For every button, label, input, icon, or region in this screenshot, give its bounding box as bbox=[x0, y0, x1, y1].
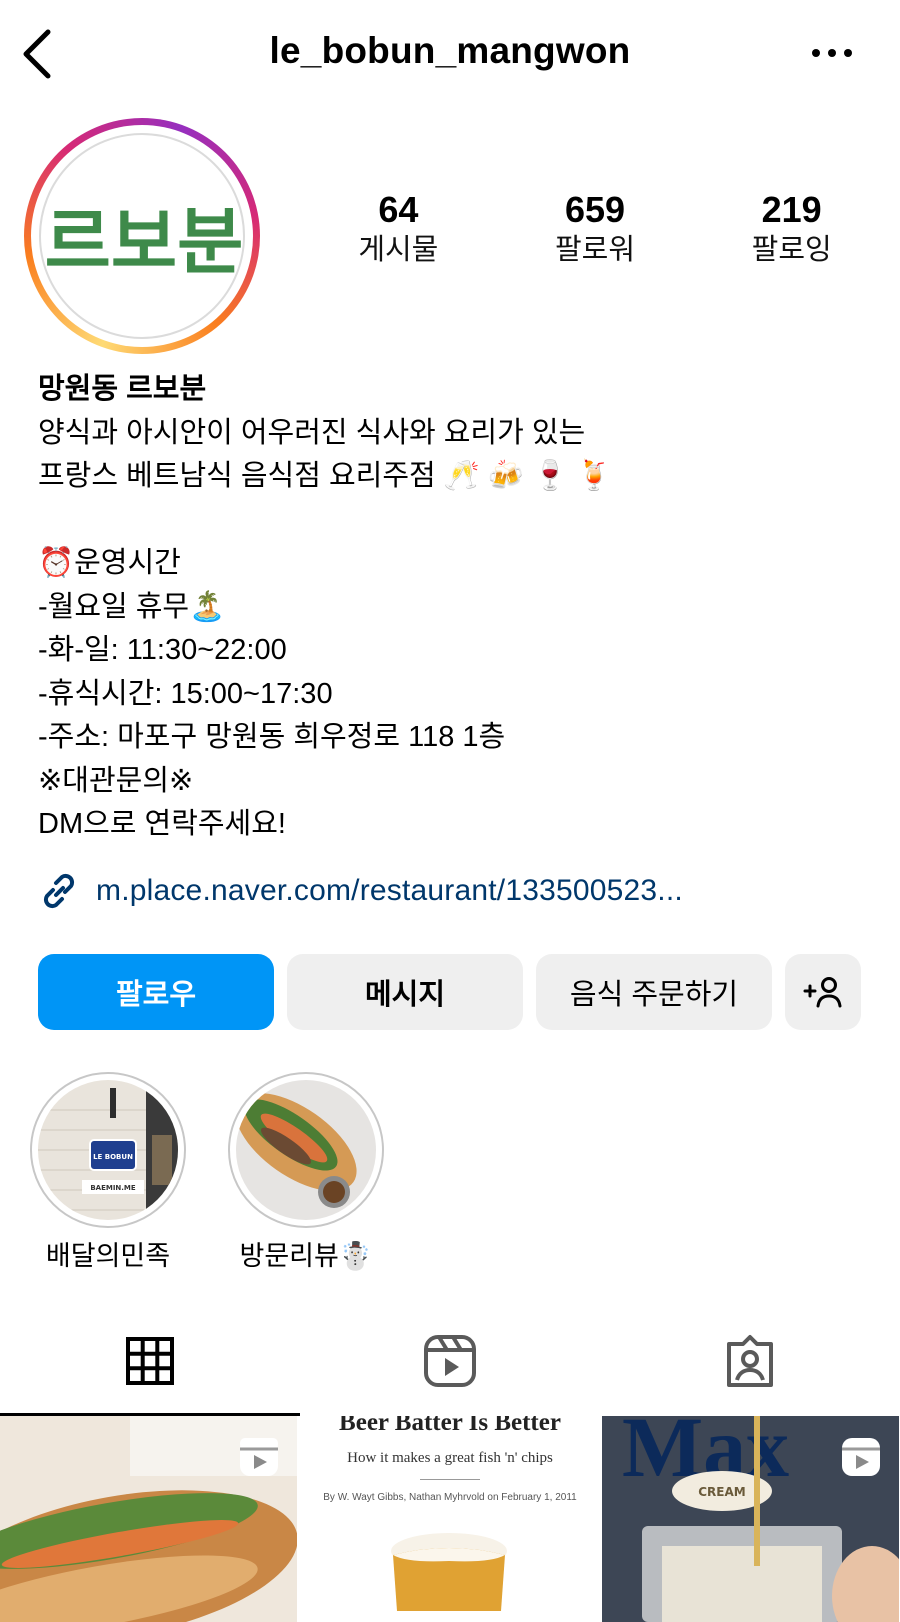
link-icon bbox=[43, 873, 75, 909]
message-button[interactable]: 메시지 bbox=[287, 954, 523, 1030]
post-thumbnail[interactable]: Beer Batter Is Better How it makes a gre… bbox=[301, 1416, 599, 1622]
bio-line: 양식과 아시안이 어우러진 식사와 요리가 있는 bbox=[38, 416, 586, 449]
tab-reels[interactable] bbox=[300, 1306, 600, 1416]
bio-link-text[interactable]: m.place.naver.com/restaurant/133500523..… bbox=[96, 874, 683, 908]
storefront-image: LE BOBUN BAEMIN.ME bbox=[38, 1080, 178, 1220]
follow-button[interactable]: 팔로우 bbox=[38, 954, 274, 1030]
stat-posts[interactable]: 64 게시물 bbox=[300, 190, 497, 280]
avatar: 르보분 bbox=[39, 133, 245, 339]
highlight-review[interactable]: 방문리뷰☃️ bbox=[228, 1072, 384, 1274]
bio-line: -주소: 마포구 망원동 희우정로 118 1층 bbox=[38, 721, 506, 753]
profile-actions: 팔로우 메시지 음식 주문하기 bbox=[38, 954, 861, 1030]
highlight-label: 배달의민족 bbox=[45, 1241, 171, 1271]
article-subtitle: How it makes a great fish 'n' chips bbox=[347, 1450, 553, 1466]
stat-posts-label: 게시물 bbox=[358, 234, 439, 266]
tab-posts-grid[interactable] bbox=[0, 1306, 300, 1416]
stat-following[interactable]: 219 팔로잉 bbox=[693, 190, 890, 280]
bio-line: 프랑스 베트남식 음식점 요리주점 🥂 🍻 🍷 🍹 bbox=[38, 460, 613, 492]
more-options-icon[interactable] bbox=[808, 36, 856, 70]
profile-header: le_bobun_mangwon bbox=[0, 0, 900, 108]
bio-line bbox=[38, 499, 878, 543]
post-thumbnail[interactable]: Max CREAM bbox=[602, 1416, 900, 1622]
stat-followers[interactable]: 659 팔로워 bbox=[497, 190, 694, 280]
sign-text: LE BOBUN bbox=[93, 1153, 133, 1161]
banner-text: BAEMIN.ME bbox=[90, 1184, 136, 1192]
bio-line: ⏰운영시간 bbox=[38, 547, 181, 579]
profile-username: le_bobun_mangwon bbox=[269, 30, 631, 71]
profile-bio: 망원동 르보분 양식과 아시안이 어우러진 식사와 요리가 있는 프랑스 베트남… bbox=[38, 368, 878, 847]
bio-line: -월요일 휴무🏝️ bbox=[38, 590, 226, 623]
banh-mi-image bbox=[236, 1080, 376, 1220]
bio-line: ※대관문의※ bbox=[38, 764, 194, 797]
bio-line: DM으로 연락주세요! bbox=[38, 808, 286, 840]
stat-followers-count: 659 bbox=[564, 189, 626, 230]
stat-following-label: 팔로잉 bbox=[751, 234, 832, 266]
beer-glass-image bbox=[391, 1533, 507, 1611]
stat-followers-label: 팔로워 bbox=[554, 234, 636, 266]
add-person-icon bbox=[803, 977, 842, 1008]
stat-posts-count: 64 bbox=[378, 189, 419, 230]
suggested-users-button[interactable] bbox=[785, 954, 861, 1030]
avatar-story-ring[interactable]: 르보분 bbox=[24, 118, 260, 354]
posts-grid: Beer Batter Is Better How it makes a gre… bbox=[0, 1416, 900, 1622]
grid-icon bbox=[126, 1337, 174, 1385]
tab-tagged[interactable] bbox=[600, 1306, 900, 1416]
article-byline: By W. Wayt Gibbs, Nathan Myhrvold on Feb… bbox=[323, 1492, 577, 1503]
profile-tabs bbox=[0, 1306, 900, 1416]
reels-icon bbox=[424, 1335, 476, 1387]
profile-display-name: 망원동 르보분 bbox=[38, 373, 207, 405]
highlight-label: 방문리뷰☃️ bbox=[239, 1241, 373, 1271]
highlight-thumbnail bbox=[236, 1080, 376, 1220]
post-thumbnail[interactable] bbox=[0, 1416, 298, 1622]
story-highlights: LE BOBUN BAEMIN.ME 배달의민족 방문리뷰☃️ bbox=[30, 1072, 384, 1274]
order-food-button[interactable]: 음식 주문하기 bbox=[536, 954, 772, 1030]
reel-badge-icon bbox=[842, 1438, 880, 1476]
le-bobun-logo: 르보분 bbox=[45, 200, 244, 284]
bio-link[interactable]: m.place.naver.com/restaurant/133500523..… bbox=[36, 866, 683, 916]
highlight-baemin[interactable]: LE BOBUN BAEMIN.ME 배달의민족 bbox=[30, 1072, 186, 1274]
highlight-thumbnail: LE BOBUN BAEMIN.ME bbox=[38, 1080, 178, 1220]
cream-text: CREAM bbox=[698, 1485, 745, 1499]
tagged-icon bbox=[727, 1335, 773, 1387]
logo-text: 르보분 bbox=[45, 200, 244, 284]
reel-badge-icon bbox=[240, 1438, 278, 1476]
profile-stats: 64 게시물 659 팔로워 219 팔로잉 bbox=[300, 190, 890, 280]
article-title: Beer Batter Is Better bbox=[339, 1416, 561, 1436]
bio-line: -화-일: 11:30~22:00 bbox=[38, 634, 287, 666]
stat-following-count: 219 bbox=[761, 189, 822, 230]
bio-line: -휴식시간: 15:00~17:30 bbox=[38, 677, 333, 710]
